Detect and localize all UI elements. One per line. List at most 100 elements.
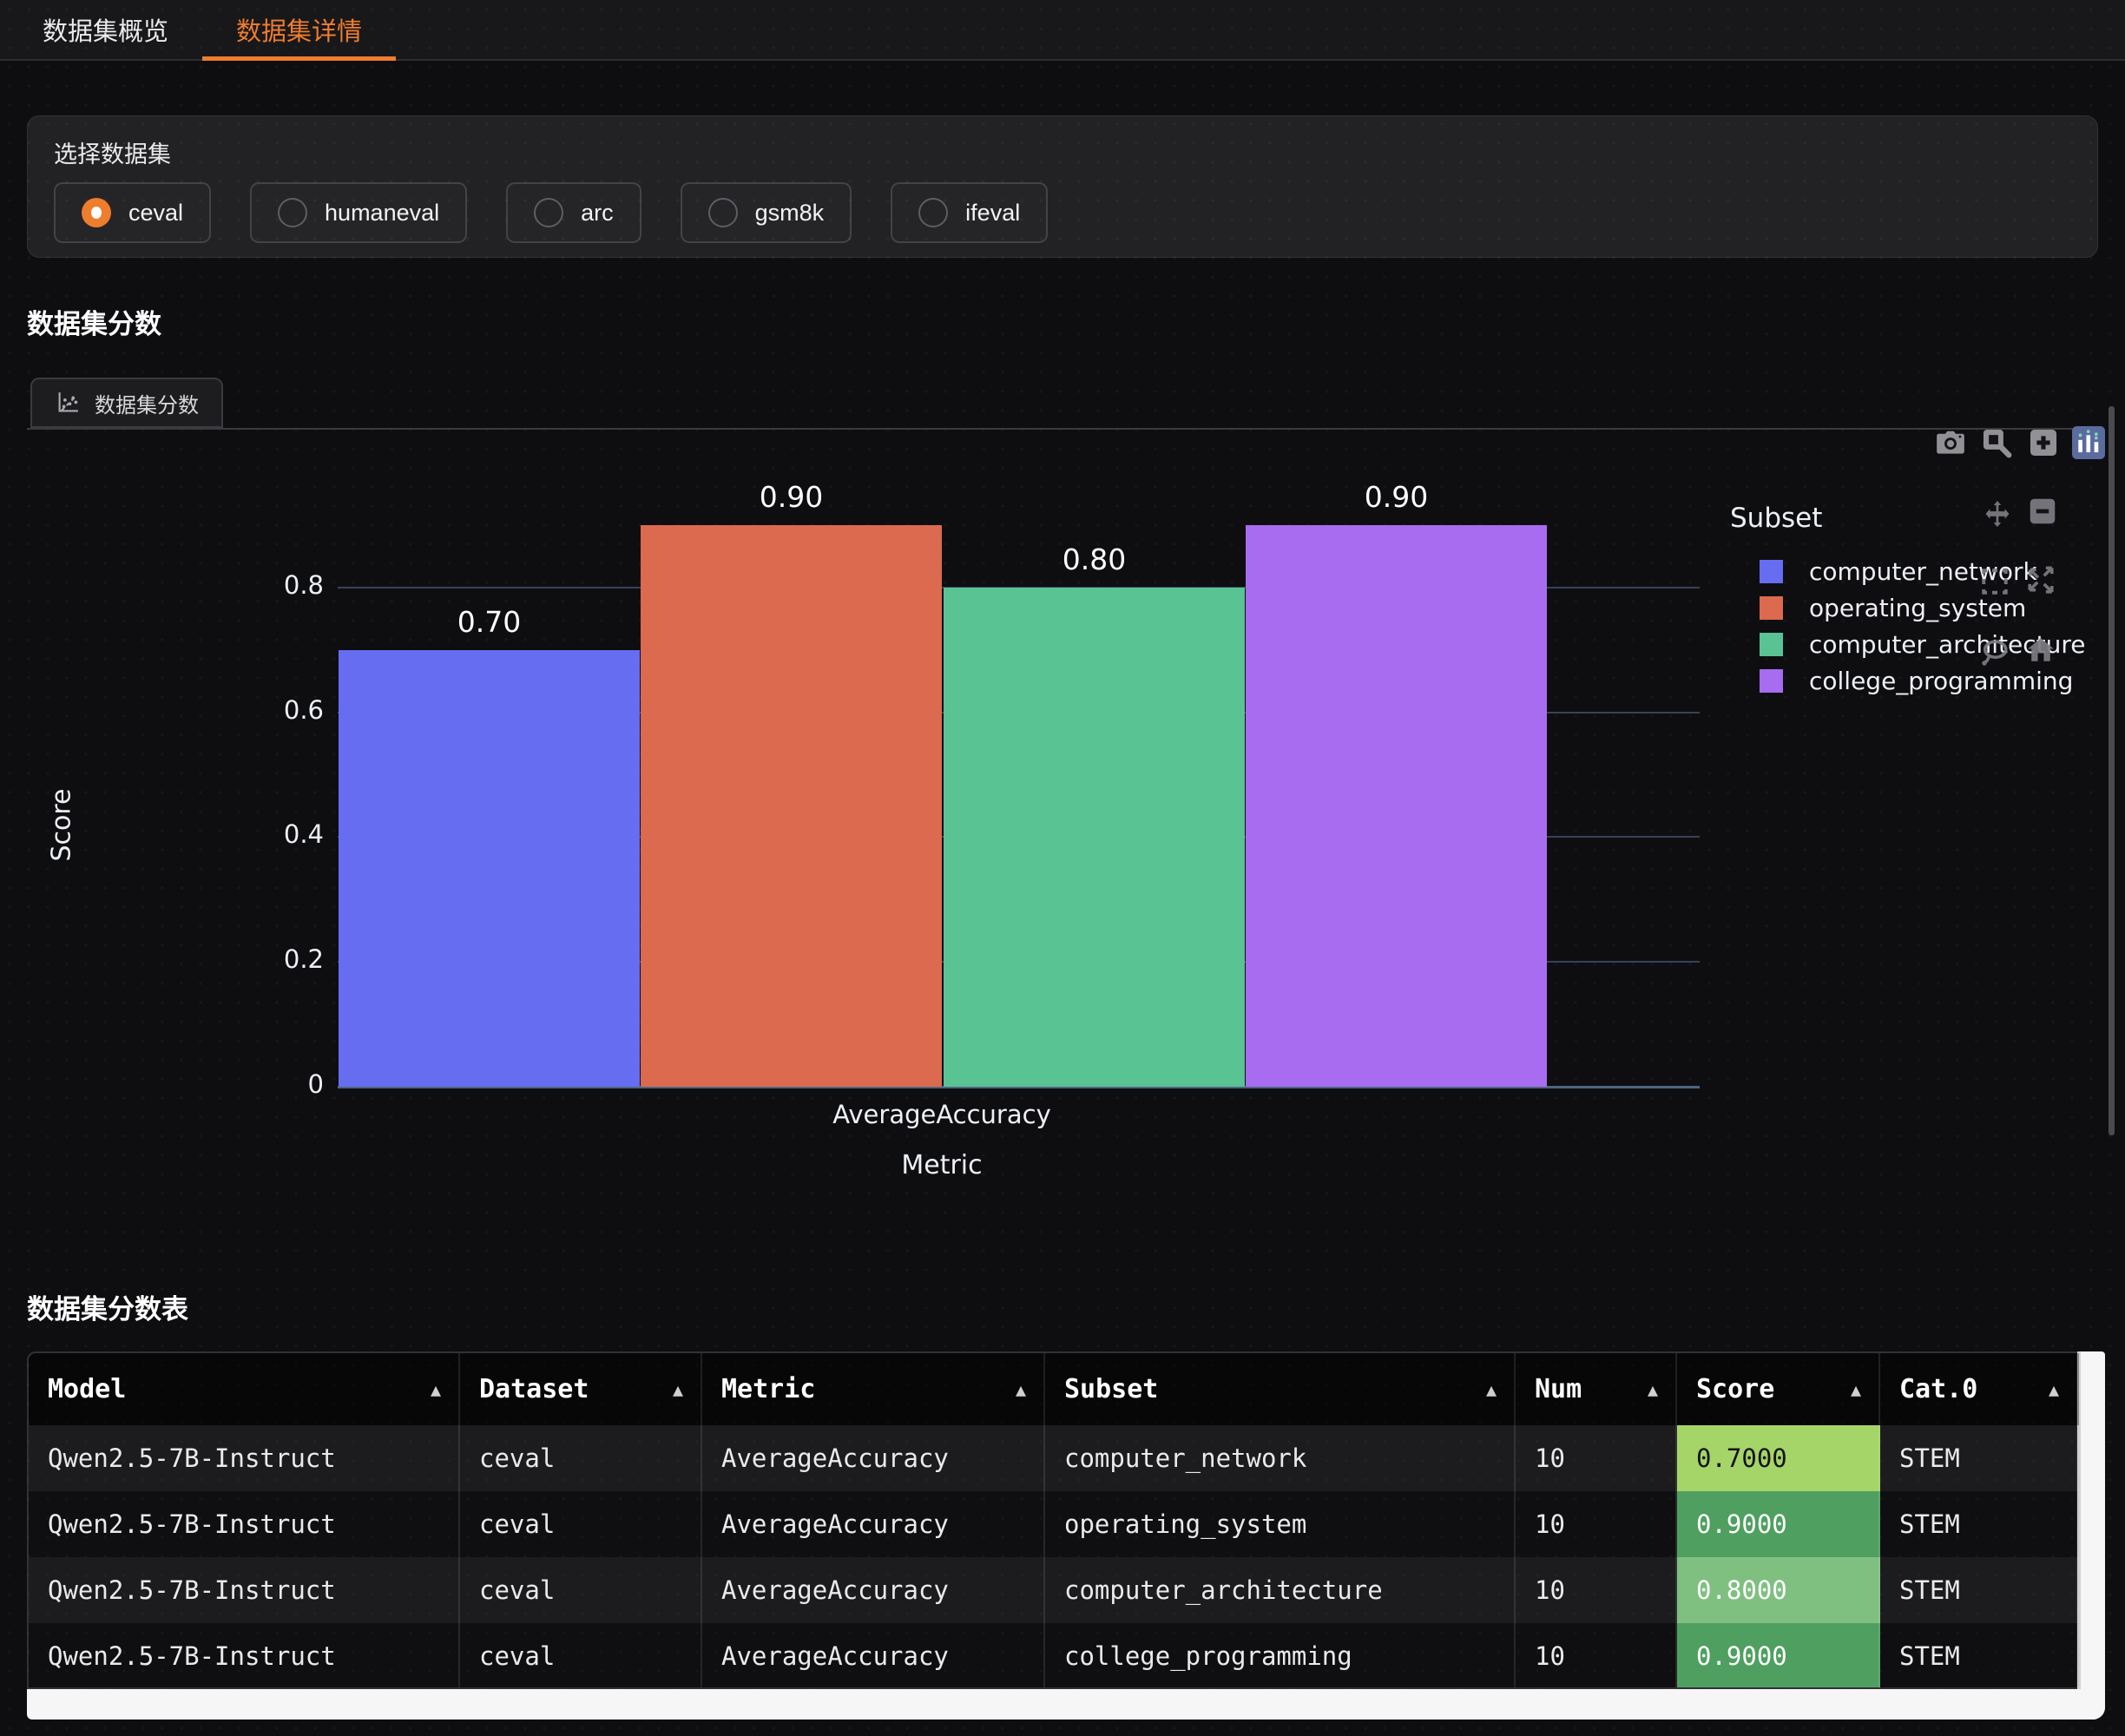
legend-swatch	[1760, 560, 1783, 583]
legend-item-operating_system[interactable]: operating_system	[1730, 589, 2085, 626]
table-cell: Qwen2.5-7B-Instruct	[29, 1557, 460, 1623]
table-cell: AverageAccuracy	[702, 1623, 1045, 1689]
table-horizontal-scrollbar[interactable]	[27, 1689, 2105, 1720]
y-tick-label: 0.8	[228, 570, 324, 600]
radio-option-label: humaneval	[325, 200, 439, 227]
box-select-icon[interactable]	[1979, 566, 2010, 597]
zoom-in-icon[interactable]	[2027, 426, 2062, 461]
tab-dataset-detail[interactable]: 数据集详情	[202, 0, 396, 59]
table-cell: Qwen2.5-7B-Instruct	[29, 1425, 460, 1491]
table-cell: STEM	[1880, 1623, 2078, 1689]
legend-swatch	[1760, 633, 1783, 656]
legend-item-label: operating_system	[1809, 594, 2026, 622]
table-cell: STEM	[1880, 1491, 2078, 1557]
dataset-selector-panel: 选择数据集 cevalhumanevalarcgsm8kifeval	[27, 115, 2098, 258]
column-header-model[interactable]: Model ▲	[29, 1353, 460, 1425]
legend: Subset computer_networkoperating_systemc…	[1730, 503, 2085, 699]
scatter-chart-icon	[55, 390, 81, 416]
sort-ascending-icon[interactable]: ▲	[673, 1379, 683, 1400]
column-header-metric[interactable]: Metric▲	[702, 1353, 1045, 1425]
sort-ascending-icon[interactable]: ▲	[1486, 1379, 1497, 1400]
sort-ascending-icon[interactable]: ▲	[431, 1379, 441, 1400]
camera-icon[interactable]	[1934, 426, 1969, 461]
table-cell: operating_system	[1045, 1491, 1516, 1557]
legend-swatch	[1760, 669, 1783, 693]
bar-value-label: 0.70	[339, 605, 640, 639]
zoom-out-icon[interactable]	[2027, 496, 2058, 527]
page: 数据集概览 数据集详情 选择数据集 cevalhumanevalarcgsm8k…	[0, 0, 2125, 1736]
score-cell: 0.9000	[1677, 1623, 1880, 1689]
column-header-score[interactable]: Score▲	[1677, 1353, 1880, 1425]
bar-operating_system[interactable]	[641, 525, 942, 1087]
x-tick-label: AverageAccuracy	[681, 1100, 1202, 1129]
column-header-cat-0[interactable]: Cat.0 ▲	[1880, 1353, 2078, 1425]
table-row: Qwen2.5-7B-InstructcevalAverageAccuracyo…	[29, 1491, 2079, 1557]
radio-option-humaneval[interactable]: humaneval	[250, 182, 467, 243]
sort-ascending-icon[interactable]: ▲	[1016, 1379, 1026, 1400]
table-cell: 10	[1516, 1491, 1677, 1557]
radio-option-label: gsm8k	[755, 200, 825, 227]
table-row: Qwen2.5-7B-InstructcevalAverageAccuracyc…	[29, 1557, 2079, 1623]
y-tick-label: 0.2	[228, 944, 324, 974]
table-cell: computer_network	[1045, 1425, 1516, 1491]
column-header-label: Model	[48, 1374, 126, 1404]
sort-ascending-icon[interactable]: ▲	[2049, 1379, 2059, 1400]
radio-option-ceval[interactable]: ceval	[54, 182, 211, 243]
plotly-logo-icon[interactable]	[2072, 426, 2107, 461]
score-cell: 0.8000	[1677, 1557, 1880, 1623]
dataset-radio-group: ceval humaneval arc gsm8k ifeval	[54, 182, 1048, 243]
table-grid: Model▲Dataset▲Metric▲Subset▲Num▲Score▲Ca…	[27, 1351, 2081, 1689]
autoscale-icon[interactable]	[2025, 563, 2056, 595]
plot-card-label: 数据集分数	[95, 388, 199, 418]
tab-dataset-overview[interactable]: 数据集概览	[9, 0, 202, 59]
table-vertical-scrollbar[interactable]	[2077, 1351, 2105, 1720]
x-axis-title: Metric	[681, 1150, 1202, 1180]
table-cell: ceval	[460, 1623, 702, 1689]
y-tick-label: 0.6	[228, 695, 324, 725]
table-header-row: Model▲Dataset▲Metric▲Subset▲Num▲Score▲Ca…	[29, 1353, 2079, 1425]
column-header-num[interactable]: Num ▲	[1516, 1353, 1677, 1425]
y-tick-label: 0	[228, 1069, 324, 1099]
table-row: Qwen2.5-7B-InstructcevalAverageAccuracyc…	[29, 1623, 2079, 1689]
table-cell: 10	[1516, 1557, 1677, 1623]
table-cell: computer_architecture	[1045, 1557, 1516, 1623]
bar-computer_network[interactable]	[339, 650, 640, 1087]
column-header-dataset[interactable]: Dataset ▲	[460, 1353, 702, 1425]
active-tab-underline	[202, 56, 396, 61]
table-cell: STEM	[1880, 1557, 2078, 1623]
y-axis-title: Score	[47, 608, 77, 1042]
table-cell: ceval	[460, 1491, 702, 1557]
radio-selected-icon	[82, 198, 111, 227]
radio-option-gsm8k[interactable]: gsm8k	[681, 182, 852, 243]
radio-option-ifeval[interactable]: ifeval	[891, 182, 1048, 243]
table-row: Qwen2.5-7B-InstructcevalAverageAccuracyc…	[29, 1425, 2079, 1491]
legend-item-college_programming[interactable]: college_programming	[1730, 662, 2085, 699]
lasso-icon[interactable]	[1979, 637, 2010, 668]
table-cell: 10	[1516, 1623, 1677, 1689]
column-header-label: Dataset	[479, 1374, 589, 1404]
pan-icon[interactable]	[1982, 498, 2013, 529]
table-cell: ceval	[460, 1425, 702, 1491]
page-scrollbar[interactable]	[2109, 406, 2115, 1135]
bar-college_programming[interactable]	[1246, 525, 1547, 1087]
table-cell: AverageAccuracy	[702, 1425, 1045, 1491]
zoom-icon[interactable]	[1980, 426, 2015, 461]
bar-computer_architecture[interactable]	[944, 588, 1245, 1087]
column-header-subset[interactable]: Subset ▲	[1045, 1353, 1516, 1425]
column-header-label: Cat.0	[1899, 1374, 1977, 1404]
table-cell: 10	[1516, 1425, 1677, 1491]
column-header-label: Subset	[1064, 1374, 1158, 1404]
table-cell: Qwen2.5-7B-Instruct	[29, 1491, 460, 1557]
legend-swatch	[1760, 596, 1783, 620]
sort-ascending-icon[interactable]: ▲	[1648, 1379, 1658, 1400]
radio-option-arc[interactable]: arc	[506, 182, 641, 243]
score-cell: 0.9000	[1677, 1491, 1880, 1557]
table-cell: AverageAccuracy	[702, 1491, 1045, 1557]
table-cell: STEM	[1880, 1425, 2078, 1491]
sort-ascending-icon[interactable]: ▲	[1851, 1379, 1861, 1400]
home-icon[interactable]	[2025, 635, 2056, 666]
section-title-scores: 数据集分数	[27, 302, 161, 341]
column-header-label: Num	[1535, 1374, 1582, 1404]
bar-value-label: 0.90	[641, 480, 942, 514]
radio-unselected-icon	[708, 198, 738, 227]
